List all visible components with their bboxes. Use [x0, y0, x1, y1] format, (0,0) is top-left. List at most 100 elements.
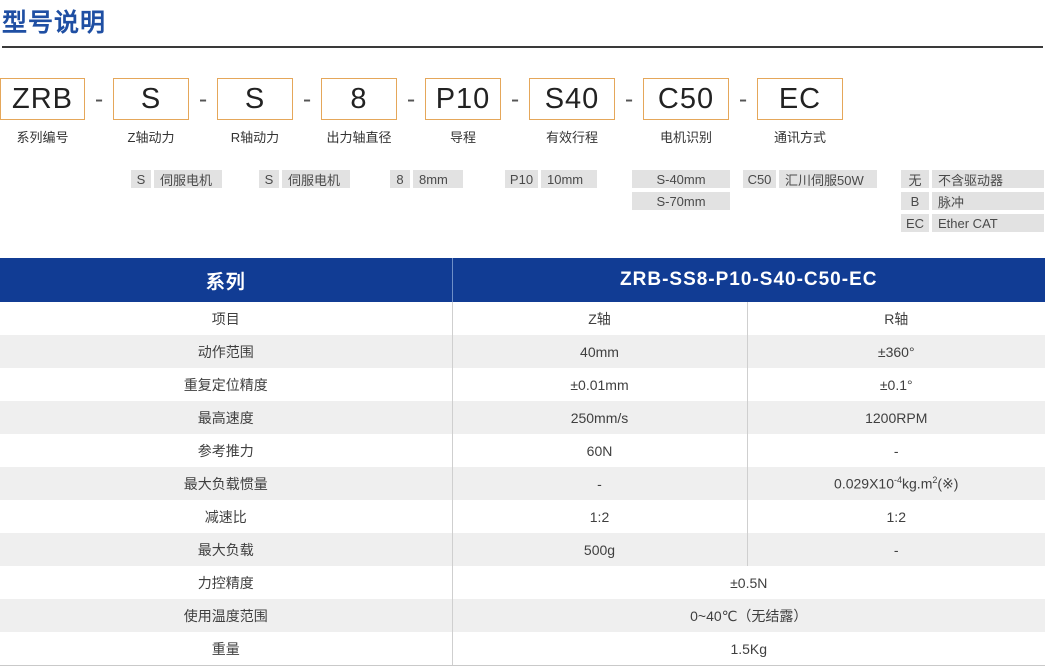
legend-code: C50 — [743, 170, 776, 188]
spec-row-value-r: ±0.1° — [747, 368, 1045, 401]
spec-row-value-span: 0~40℃（无结露） — [452, 599, 1045, 632]
model-spec-page: 型号说明 ZRB 系列编号 - S Z轴动力 - S R轴动力 -8 出力轴直径 - P10 导程 - S4… — [0, 0, 1045, 666]
code-caption: R轴动力 — [230, 130, 280, 145]
code-box: C50 — [643, 78, 729, 120]
legend-description: 伺服电机 — [282, 170, 350, 188]
spec-header-series: 系列 — [0, 258, 453, 302]
code-segment: C50 电机识别 — [643, 78, 729, 146]
code-caption: 通讯方式 — [773, 130, 826, 145]
model-code-legend: S 伺服电机 S 伺服电机 8 8mm P10 10mm S-40mm S-70mm C50 汇川伺服… — [0, 170, 1045, 242]
spec-row-label: 项目 — [0, 302, 453, 335]
code-box: ZRB — [0, 78, 85, 120]
spec-row-label: 重量 — [0, 632, 453, 666]
spec-row-value-z: Z轴 — [452, 302, 748, 335]
table-row: 重复定位精度 ±0.01mm ±0.1° — [0, 368, 1045, 401]
spec-row-label: 动作范围 — [0, 335, 453, 368]
table-row: 减速比 1:2 1:2 — [0, 500, 1045, 533]
spec-row-value-r: - — [747, 533, 1045, 566]
code-caption: 导程 — [449, 130, 476, 145]
spec-row-label: 最大负载 — [0, 533, 453, 566]
model-code-row: ZRB 系列编号 - S Z轴动力 - S R轴动力 -8 出力轴直径 - P10 导程 - S40 有效行程… — [0, 78, 1045, 146]
code-segment: ZRB 系列编号 — [0, 78, 85, 146]
legend-row: P10 10mm — [505, 170, 597, 188]
legend-description: 脉冲 — [932, 192, 1044, 210]
table-row: 力控精度 ±0.5N — [0, 566, 1045, 599]
spec-row-value-r: ±360° — [747, 335, 1045, 368]
page-title: 型号说明 — [2, 9, 107, 37]
table-row: 最高速度 250mm/s 1200RPM — [0, 401, 1045, 434]
table-row: 参考推力 60N - — [0, 434, 1045, 467]
spec-row-value-r: 1200RPM — [747, 401, 1045, 434]
legend-row: B 脉冲 — [901, 192, 1044, 210]
spec-row-label: 力控精度 — [0, 566, 453, 599]
code-segment: S R轴动力 — [217, 78, 293, 146]
spec-row-label: 参考推力 — [0, 434, 453, 467]
spec-row-label: 最大负载惯量 — [0, 467, 453, 500]
spec-row-value-z: ±0.01mm — [452, 368, 748, 401]
code-segment: 8 出力轴直径 — [321, 78, 397, 146]
code-segment: EC 通讯方式 — [757, 78, 843, 146]
spec-row-label: 减速比 — [0, 500, 453, 533]
spec-row-value-span: ±0.5N — [452, 566, 1045, 599]
code-box: EC — [757, 78, 843, 120]
legend-description: Ether CAT — [932, 214, 1044, 232]
spec-row-label: 最高速度 — [0, 401, 453, 434]
legend-row: 8 8mm — [390, 170, 463, 188]
legend-row: S-40mm — [632, 170, 730, 188]
code-box: S — [217, 78, 293, 120]
legend-row: 无不含驱动器 — [901, 170, 1044, 188]
code-caption: Z轴动力 — [127, 130, 175, 145]
spec-row-value-z: 500g — [452, 533, 748, 566]
legend-description: 不含驱动器 — [932, 170, 1044, 188]
code-caption: 系列编号 — [16, 130, 69, 145]
legend-merged-cell: S-70mm — [632, 192, 730, 210]
legend-code: B — [901, 192, 929, 210]
table-row: 动作范围 40mm ±360° — [0, 335, 1045, 368]
spec-row-value-r: 0.029X10-4kg.m2(※) — [747, 467, 1045, 500]
legend-merged-cell: S-40mm — [632, 170, 730, 188]
spec-header-model: ZRB-SS8-P10-S40-C50-EC — [452, 258, 1045, 302]
legend-code: EC — [901, 214, 929, 232]
legend-row: S-70mm — [632, 192, 730, 210]
legend-description: 汇川伺服50W — [779, 170, 877, 188]
table-row: 最大负载 500g - — [0, 533, 1045, 566]
table-row: 最大负载惯量 -0.029X10-4kg.m2(※) — [0, 467, 1045, 500]
legend-row: EC Ether CAT — [901, 214, 1044, 232]
legend-row: S 伺服电机 — [259, 170, 350, 188]
code-separator: - — [738, 85, 748, 113]
spec-row-value-r: R轴 — [747, 302, 1045, 335]
code-caption: 有效行程 — [545, 130, 598, 145]
code-segment: S40 有效行程 — [529, 78, 615, 146]
spec-row-value-z: 60N — [452, 434, 748, 467]
spec-row-value-r: 1:2 — [747, 500, 1045, 533]
table-row: 使用温度范围 0~40℃（无结露） — [0, 599, 1045, 632]
legend-group: 8 8mm — [390, 170, 463, 192]
code-separator: - — [94, 85, 104, 113]
code-box: S — [113, 78, 189, 120]
code-segment: S Z轴动力 — [113, 78, 189, 146]
legend-description: 伺服电机 — [154, 170, 222, 188]
title-divider — [2, 46, 1043, 48]
code-box: P10 — [425, 78, 501, 120]
table-row: 项目 Z轴 R轴 — [0, 302, 1045, 335]
spec-row-value-z: 250mm/s — [452, 401, 748, 434]
spec-row-value-z: - — [452, 467, 748, 500]
code-separator: - — [198, 85, 208, 113]
code-box: S40 — [529, 78, 615, 120]
spec-row-value-r: - — [747, 434, 1045, 467]
spec-table: 系列 ZRB-SS8-P10-S40-C50-EC 项目 Z轴 R轴 动作范围 40mm… — [0, 258, 1045, 666]
spec-row-label: 使用温度范围 — [0, 599, 453, 632]
spec-row-label: 重复定位精度 — [0, 368, 453, 401]
table-row: 重量 1.5Kg — [0, 632, 1045, 666]
legend-code: S — [131, 170, 151, 188]
legend-group: S 伺服电机 — [131, 170, 222, 192]
legend-description: 8mm — [413, 170, 463, 188]
spec-row-value-z: 1:2 — [452, 500, 748, 533]
spec-table-header-row: 系列 ZRB-SS8-P10-S40-C50-EC — [0, 258, 1045, 302]
spec-table-body: 项目 Z轴 R轴 动作范围 40mm ±360° 重复定位精度 ±0.01mm ±0.1° 最高速… — [0, 302, 1045, 666]
legend-group: S-40mm S-70mm — [632, 170, 730, 214]
code-separator: - — [624, 85, 634, 113]
code-separator: - — [302, 85, 312, 113]
legend-group: C50 汇川伺服50W — [743, 170, 877, 192]
legend-code: 无 — [901, 170, 929, 188]
